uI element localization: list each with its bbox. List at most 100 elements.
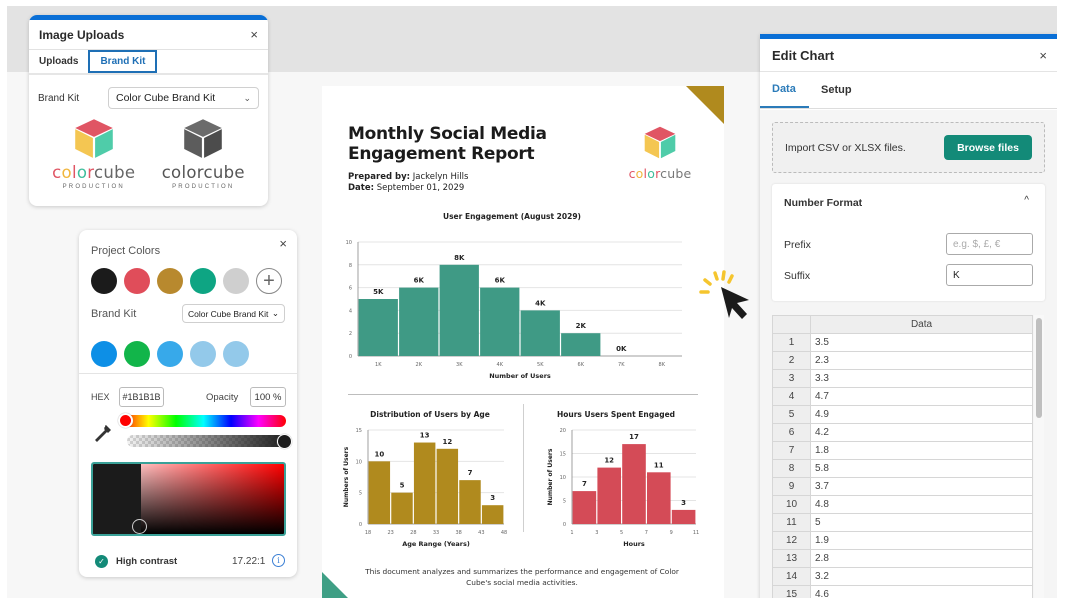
table-row[interactable]: 2 2.3: [772, 351, 1033, 370]
table-row[interactable]: 10 4.8: [772, 495, 1033, 514]
tab-brand-kit[interactable]: Brand Kit: [88, 50, 158, 73]
table-row[interactable]: 14 3.2: [772, 567, 1033, 586]
eyedropper-icon[interactable]: [95, 424, 111, 448]
data-cell[interactable]: 4.6: [810, 585, 1033, 598]
table-row[interactable]: 12 1.9: [772, 531, 1033, 550]
data-cell[interactable]: 3.3: [810, 369, 1033, 388]
close-icon[interactable]: ×: [279, 236, 287, 251]
data-cell[interactable]: 4.7: [810, 387, 1033, 406]
table-row[interactable]: 3 3.3: [772, 369, 1033, 388]
swatch-brand-light-blue-2[interactable]: [223, 341, 249, 367]
data-cell[interactable]: 4.9: [810, 405, 1033, 424]
swatch-gold[interactable]: [157, 268, 183, 294]
opacity-input[interactable]: 100 %: [250, 387, 286, 407]
data-cell[interactable]: 2.3: [810, 351, 1033, 370]
x-axis-label: Hours: [623, 540, 645, 548]
swatch-red[interactable]: [124, 268, 150, 294]
add-color-button[interactable]: +: [256, 268, 282, 294]
tab-uploads[interactable]: Uploads: [29, 50, 88, 73]
report-document[interactable]: Monthly Social Media Engagement Report P…: [322, 86, 724, 598]
table-row[interactable]: 1 3.5: [772, 333, 1033, 352]
document-title[interactable]: Monthly Social Media Engagement Report: [348, 124, 588, 164]
chevron-down-icon: ⌄: [243, 92, 251, 103]
bar: [368, 461, 391, 524]
row-number: 12: [772, 531, 811, 550]
tab-data[interactable]: Data: [760, 72, 809, 108]
swatch-brand-blue[interactable]: [91, 341, 117, 367]
swatch-brand-sky[interactable]: [157, 341, 183, 367]
prefix-input[interactable]: [946, 233, 1033, 255]
data-cell[interactable]: 2.8: [810, 549, 1033, 568]
table-row[interactable]: 15 4.6: [772, 585, 1033, 598]
swatch-brand-light-blue[interactable]: [190, 341, 216, 367]
table-row[interactable]: 9 3.7: [772, 477, 1033, 496]
data-column-header[interactable]: Data: [810, 315, 1033, 334]
import-dropzone[interactable]: Import CSV or XLSX files. Browse files: [772, 122, 1045, 173]
brand-kit-select[interactable]: Color Cube Brand Kit ⌄: [182, 304, 285, 323]
bar: [439, 264, 479, 356]
table-row[interactable]: 6 4.2: [772, 423, 1033, 442]
row-number: 11: [772, 513, 811, 532]
x-axis-label: Age Range (Years): [402, 540, 470, 548]
hex-input[interactable]: #1B1B1B: [119, 387, 164, 407]
x-tick-label: 5K: [537, 362, 544, 368]
opacity-slider-handle[interactable]: [277, 434, 292, 449]
brand-logo-gray[interactable]: colorcube PRODUCTION: [153, 117, 253, 190]
document-logo[interactable]: colorcube: [624, 124, 696, 181]
y-tick-label: 2: [349, 331, 352, 337]
brand-kit-select[interactable]: Color Cube Brand Kit ⌄: [108, 87, 259, 109]
saturation-handle[interactable]: [132, 519, 147, 534]
uploads-tabs: Uploads Brand Kit: [29, 50, 268, 75]
data-cell[interactable]: 4.8: [810, 495, 1033, 514]
swatch-brand-green[interactable]: [124, 341, 150, 367]
data-cell[interactable]: 4.2: [810, 423, 1033, 442]
table-row[interactable]: 11 5: [772, 513, 1033, 532]
close-icon[interactable]: ×: [250, 27, 258, 42]
brand-logo-color[interactable]: colorcube PRODUCTION: [44, 117, 144, 190]
data-cell[interactable]: 1.8: [810, 441, 1033, 460]
data-cell[interactable]: 5: [810, 513, 1033, 532]
data-label: 11: [654, 461, 664, 469]
y-tick-label: 15: [560, 452, 566, 458]
scrollbar-thumb[interactable]: [1036, 318, 1042, 418]
data-cell[interactable]: 3.5: [810, 333, 1033, 352]
info-icon[interactable]: i: [272, 554, 285, 567]
data-label: 4K: [535, 299, 546, 307]
brand-kit-selected: Color Cube Brand Kit: [188, 308, 269, 319]
table-row[interactable]: 5 4.9: [772, 405, 1033, 424]
chevron-up-icon[interactable]: ^: [1024, 195, 1029, 206]
saturation-value-area[interactable]: [91, 462, 286, 536]
x-tick-label: 8K: [659, 362, 666, 368]
swatch-gray[interactable]: [223, 268, 249, 294]
data-cell[interactable]: 1.9: [810, 531, 1033, 550]
y-tick-label: 15: [356, 428, 362, 434]
suffix-input[interactable]: [946, 264, 1033, 286]
swatch-black[interactable]: [91, 268, 117, 294]
data-cell[interactable]: 3.7: [810, 477, 1033, 496]
y-tick-label: 0: [563, 522, 566, 528]
hue-slider-handle[interactable]: [118, 413, 133, 428]
table-row[interactable]: 7 1.8: [772, 441, 1033, 460]
chart-hours-engaged[interactable]: Hours Users Spent Engaged 0 5 10 15 20 7 12 17 1…: [528, 404, 704, 554]
swatch-green[interactable]: [190, 268, 216, 294]
data-cell[interactable]: 3.2: [810, 567, 1033, 586]
cube-logo-icon: [644, 126, 676, 159]
close-icon[interactable]: ×: [1039, 48, 1047, 63]
opacity-slider[interactable]: [127, 435, 289, 447]
x-tick-label: 38: [455, 530, 461, 536]
y-tick-label: 20: [560, 428, 566, 434]
tab-setup[interactable]: Setup: [809, 72, 864, 108]
data-label: 2K: [576, 322, 587, 330]
x-tick-label: 18: [365, 530, 371, 536]
table-row[interactable]: 8 5.8: [772, 459, 1033, 478]
browse-files-button[interactable]: Browse files: [944, 135, 1032, 160]
corner-accent-gold: [686, 86, 724, 124]
logo-wordmark: colorcube: [52, 163, 136, 182]
y-tick-label: 10: [346, 240, 352, 246]
data-cell[interactable]: 5.8: [810, 459, 1033, 478]
table-row[interactable]: 4 4.7: [772, 387, 1033, 406]
table-row[interactable]: 13 2.8: [772, 549, 1033, 568]
hue-slider[interactable]: [121, 415, 286, 427]
chart-user-engagement[interactable]: User Engagement (August 2029) 0 2 4 6 8 10 5K 6…: [342, 212, 682, 382]
chart-age-distribution[interactable]: Distribution of Users by Age 0 5 10 15 10 5 13…: [342, 404, 518, 554]
